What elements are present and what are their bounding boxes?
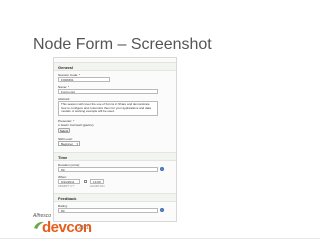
skill-level-select[interactable]: Beginner ▾	[58, 141, 80, 146]
section-general-header: General	[54, 62, 176, 71]
section-feedback-header: Feedback	[54, 193, 176, 202]
session-code-input[interactable]: FORM01	[58, 77, 110, 82]
info-icon[interactable]: i	[160, 167, 164, 171]
slide-title: Node Form – Screenshot	[33, 36, 212, 53]
chevron-down-icon: ▾	[76, 142, 78, 146]
when-date-input[interactable]: 9/11/2011	[58, 179, 80, 184]
user-icon: ●	[58, 123, 60, 127]
when-time-input[interactable]: 14:00	[90, 179, 104, 184]
name-input[interactable]: Forms.ppt	[58, 89, 158, 94]
calendar-icon[interactable]	[84, 180, 87, 183]
info-icon[interactable]: i	[160, 208, 164, 212]
select-presenter-button[interactable]: Select	[58, 128, 70, 133]
date-format-hint: DD/MM/YYYY	[58, 185, 75, 188]
footer-divider	[0, 238, 320, 239]
alfresco-devcon-logo: Alfresco devcon 2011	[33, 213, 107, 239]
duration-input[interactable]: 60	[58, 167, 158, 172]
presenter-value: ● Gavin Cornwell (gavinc)	[58, 123, 94, 127]
abstract-textarea[interactable]: This session will cover the use of Forms…	[58, 101, 158, 116]
section-time-header: Time	[54, 152, 176, 161]
time-format-hint: HH:MM 24hr	[90, 185, 105, 188]
node-form-screenshot: General Session Code: * FORM01 Name: * F…	[53, 57, 177, 222]
logo-year-text: 2011	[78, 225, 89, 231]
